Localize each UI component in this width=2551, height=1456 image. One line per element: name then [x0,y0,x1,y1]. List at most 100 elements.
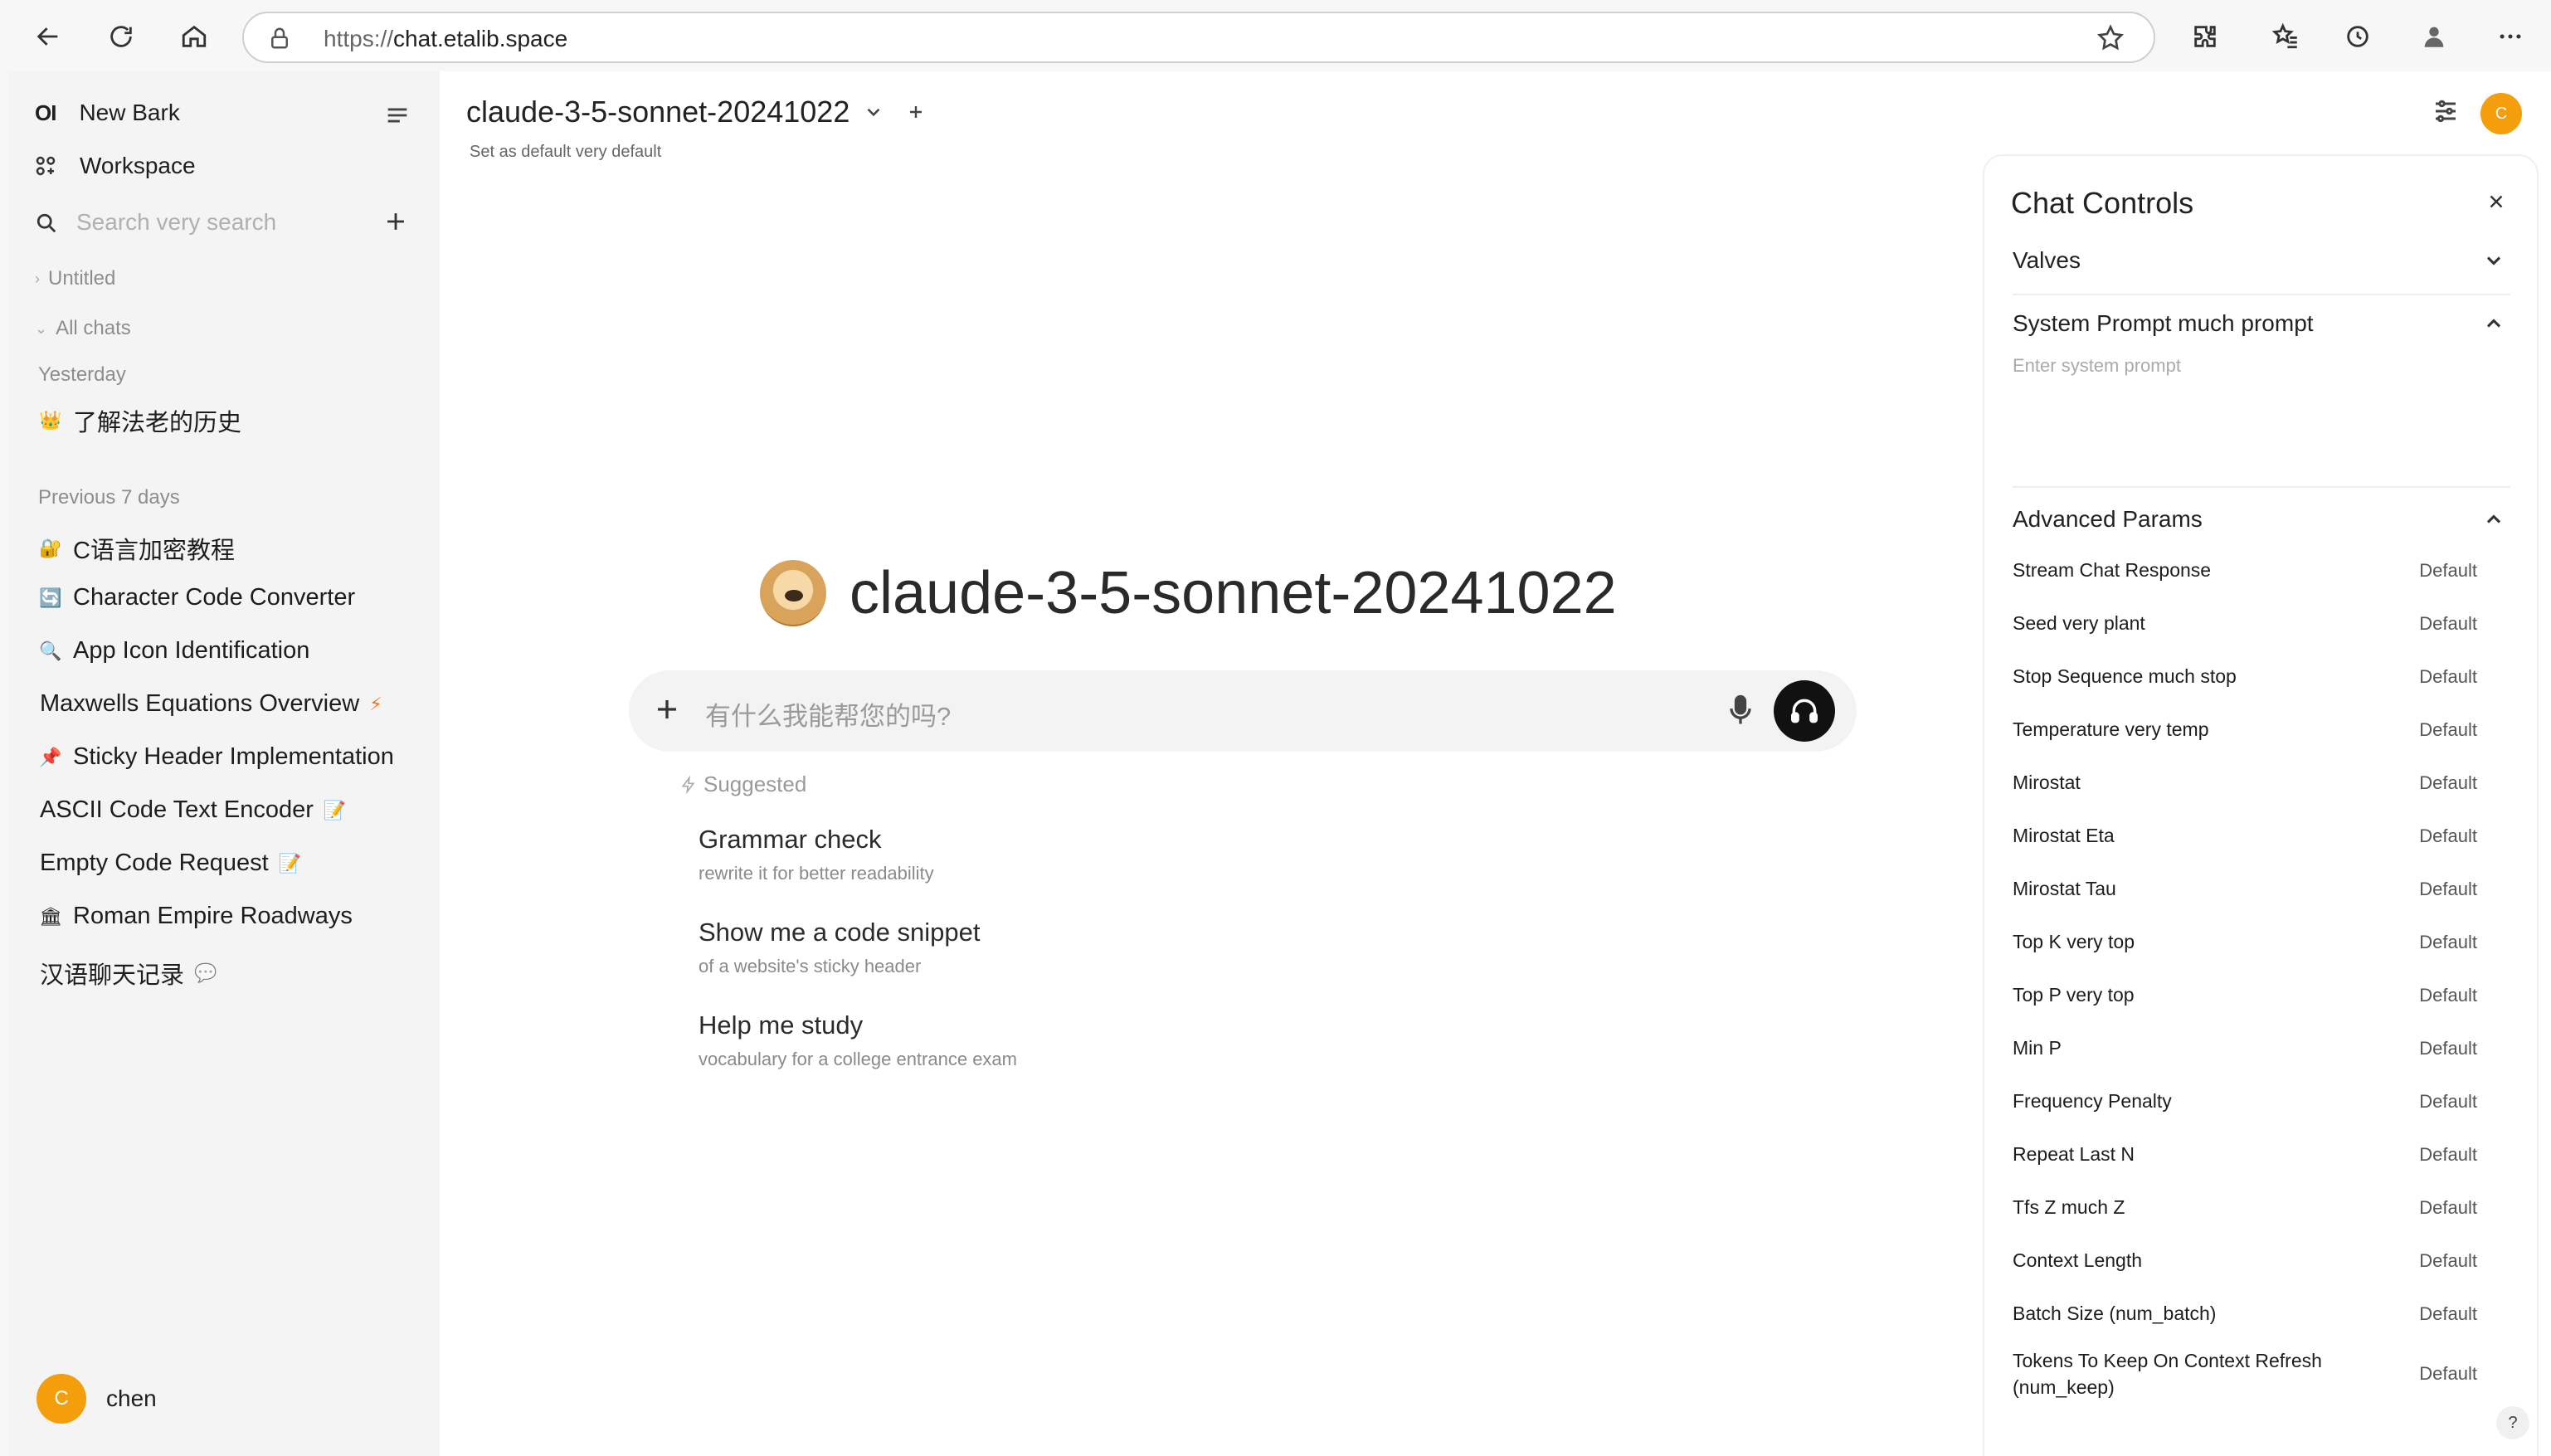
param-default-toggle[interactable]: Default [2419,825,2477,847]
system-prompt-input[interactable]: Enter system prompt [2013,355,2181,377]
param-row: Batch Size (num_batch) Default [2013,1303,2477,1325]
address-bar[interactable]: https://chat.etalib.space [242,12,2155,63]
param-row: Tokens To Keep On Context Refresh (num_k… [2013,1350,2477,1398]
folder-untitled[interactable]: › Untitled [35,267,115,290]
param-default-toggle[interactable]: Default [2419,719,2477,741]
controls-sliders-icon[interactable] [2431,96,2461,126]
param-default-toggle[interactable]: Default [2419,772,2477,794]
lock-emoji-icon: 🔐 [39,538,62,558]
headphones-icon [1789,695,1820,727]
param-default-toggle[interactable]: Default [2419,879,2477,900]
new-folder-plus-icon[interactable] [382,207,410,236]
chat-item[interactable]: 🔄 Character Code Converter [38,584,355,611]
lock-icon[interactable] [267,25,292,51]
chat-controls-panel: Chat Controls Valves System Prompt much … [1983,154,2539,1456]
divider [2013,486,2510,488]
more-options-icon[interactable] [2487,13,2534,60]
brand-logo: OI [35,100,56,125]
chevron-down-icon[interactable] [2482,249,2505,272]
sidebar: OI New Bark Workspace Search very search… [8,71,440,1456]
chat-item[interactable]: 👑 了解法老的历史 [38,403,241,438]
param-default-toggle[interactable]: Default [2419,1303,2477,1325]
param-default-toggle[interactable]: Default [2419,985,2477,1006]
suggestion-item[interactable]: Show me a code snippet of a website's st… [699,918,981,977]
main-area: claude-3-5-sonnet-20241022 Set as defaul… [440,71,2551,1456]
chat-item[interactable]: 🔐 C语言加密教程 [38,531,235,566]
close-icon[interactable] [2485,191,2507,212]
home-icon[interactable] [171,13,217,60]
param-default-toggle[interactable]: Default [2419,932,2477,953]
suggestion-item[interactable]: Help me study vocabulary for a college e… [699,1010,1017,1070]
convert-icon: 🔄 [39,587,62,608]
param-default-toggle[interactable]: Default [2419,1363,2477,1385]
chevron-up-icon[interactable] [2482,312,2505,335]
message-input[interactable]: 有什么我能帮您的吗? [629,670,1857,752]
hero-model-name: claude-3-5-sonnet-20241022 [850,560,1617,626]
favorites-list-icon[interactable] [2263,13,2310,60]
advanced-params-section[interactable]: Advanced Params [2013,506,2203,533]
sidebar-item-workspace[interactable]: Workspace [33,153,196,179]
param-row: Stream Chat Response Default [2013,559,2477,582]
divider [2013,294,2510,295]
suggested-header: Suggested [680,772,806,797]
pushpin-icon: 📌 [39,746,62,767]
avatar[interactable]: C [2480,93,2522,134]
favorite-star-icon[interactable] [2096,23,2125,53]
voice-mode-button[interactable] [1774,680,1835,742]
refresh-icon[interactable] [98,13,144,60]
param-default-toggle[interactable]: Default [2419,1144,2477,1166]
profile-icon[interactable] [2411,13,2457,60]
search-icon [33,210,58,235]
classical-building-icon: 🏛 [39,905,62,927]
param-row: Tfs Z much Z Default [2013,1196,2477,1219]
crown-icon: 👑 [39,410,62,431]
param-row: Top P very top Default [2013,984,2477,1006]
model-name: claude-3-5-sonnet-20241022 [466,95,850,129]
back-arrow-icon[interactable] [25,13,71,60]
suggestion-item[interactable]: Grammar check rewrite it for better read… [699,825,934,884]
add-model-plus-icon[interactable] [906,102,926,122]
param-default-toggle[interactable]: Default [2419,613,2477,635]
param-default-toggle[interactable]: Default [2419,666,2477,688]
param-row: Context Length Default [2013,1249,2477,1272]
system-prompt-section[interactable]: System Prompt much prompt [2013,310,2314,337]
param-row: Temperature very temp Default [2013,718,2477,741]
set-default-link[interactable]: Set as default very default [470,143,661,162]
extensions-icon[interactable] [2182,13,2228,60]
chat-item[interactable]: Empty Code Request 📝 [40,850,301,877]
valves-section[interactable]: Valves [2013,247,2081,274]
param-default-toggle[interactable]: Default [2419,1038,2477,1059]
panel-title: Chat Controls [2011,186,2194,220]
workspace-grid-icon [33,153,58,178]
avatar: C [37,1374,86,1424]
history-icon[interactable] [2334,13,2381,60]
attach-plus-icon[interactable] [649,691,685,728]
brand-name: New Bark [79,100,180,125]
model-selector[interactable]: claude-3-5-sonnet-20241022 [466,95,926,129]
chevron-down-icon[interactable] [863,101,884,123]
new-chat-button[interactable]: OI New Bark [35,100,180,126]
model-avatar-doge [760,560,826,626]
workspace-label: Workspace [80,153,196,178]
sidebar-toggle-icon[interactable] [383,101,411,129]
chat-item[interactable]: ASCII Code Text Encoder 📝 [40,796,346,824]
user-menu[interactable]: C chen [37,1374,157,1424]
chevron-up-icon[interactable] [2482,508,2505,531]
param-row: Repeat Last N Default [2013,1143,2477,1166]
param-default-toggle[interactable]: Default [2419,1091,2477,1113]
chat-item[interactable]: 🏛 Roman Empire Roadways [38,903,353,930]
chat-item[interactable]: 🔍 App Icon Identification [38,637,309,665]
chat-item[interactable]: 📌 Sticky Header Implementation [38,743,394,771]
param-default-toggle[interactable]: Default [2419,1250,2477,1272]
search-input[interactable]: Search very search [33,209,276,236]
chat-item[interactable]: Maxwells Equations Overview ⚡ [40,690,382,718]
param-default-toggle[interactable]: Default [2419,560,2477,582]
chat-item[interactable]: 汉语聊天记录 💬 [40,956,217,991]
group-label-previous-7-days: Previous 7 days [38,486,180,509]
param-default-toggle[interactable]: Default [2419,1197,2477,1219]
help-button[interactable]: ? [2496,1406,2529,1439]
group-label-yesterday: Yesterday [38,363,126,386]
folder-all-chats[interactable]: ⌄ All chats [35,317,131,340]
chevron-down-icon: ⌄ [35,319,48,337]
microphone-icon[interactable] [1722,692,1759,728]
